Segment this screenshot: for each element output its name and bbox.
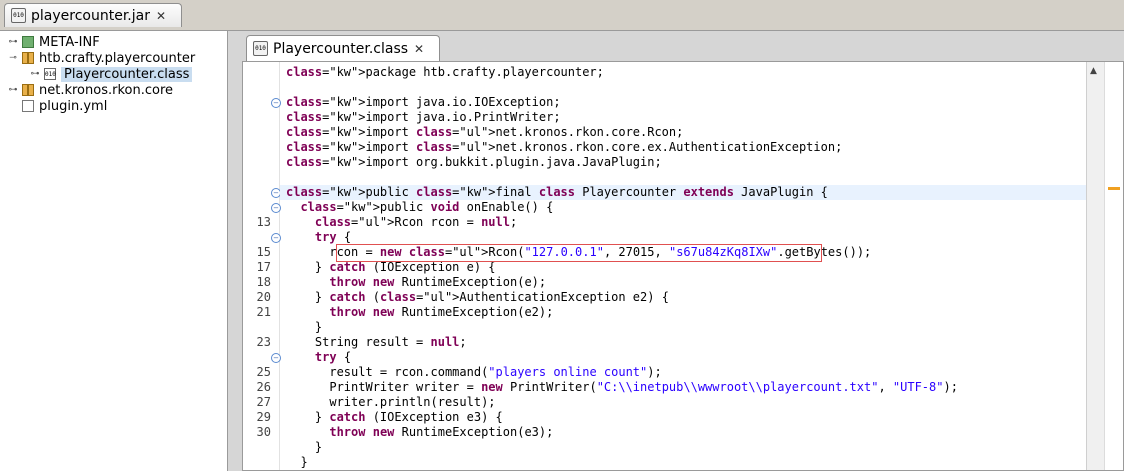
- line-number: 18: [256, 275, 271, 289]
- file-icon: [22, 100, 34, 112]
- code-line[interactable]: } catch (IOException e3) {: [280, 410, 503, 425]
- code-line[interactable]: }: [280, 440, 322, 455]
- tab-playercounter-class[interactable]: 010 Playercounter.class ✕: [246, 35, 440, 61]
- line-number: 29: [256, 410, 271, 424]
- tab-label: Playercounter.class: [273, 40, 409, 57]
- tree-item-net-kronos-rkon-core[interactable]: ⊶ net.kronos.rkon.core: [8, 82, 174, 98]
- tree-item-label: plugin.yml: [39, 98, 108, 114]
- line-number: 20: [256, 290, 271, 304]
- tree-item-htb-crafty-playercounter[interactable]: ⊸ htb.crafty.playercounter: [8, 50, 195, 66]
- code-line[interactable]: try {: [280, 350, 351, 365]
- warning-marker[interactable]: [1108, 187, 1120, 190]
- close-icon[interactable]: ✕: [156, 9, 166, 23]
- close-icon[interactable]: ✕: [414, 42, 424, 56]
- code-line[interactable]: result = rcon.command("players online co…: [280, 365, 661, 380]
- code-line[interactable]: class="kw">import class="ul">net.kronos.…: [280, 125, 683, 140]
- code-line[interactable]: class="kw">public void onEnable() {: [280, 200, 553, 215]
- code-line[interactable]: [280, 80, 293, 95]
- code-area[interactable]: class="kw">package htb.crafty.playercoun…: [280, 62, 1088, 470]
- tree-item-meta-inf[interactable]: ⊶ META-INF: [8, 34, 100, 50]
- code-line[interactable]: PrintWriter writer = new PrintWriter("C:…: [280, 380, 958, 395]
- line-number-gutter: − − −13−15 17 18 20 21 23−25 26 27 29 30: [243, 62, 281, 470]
- code-line[interactable]: class="kw">import java.io.IOException;: [280, 95, 561, 110]
- jar-icon: 010: [11, 8, 26, 23]
- package-tree: ⊶ META-INF ⊸ htb.crafty.playercounter ⊶ …: [0, 31, 228, 471]
- code-line[interactable]: String result = null;: [280, 335, 467, 350]
- tree-item-label: htb.crafty.playercounter: [39, 50, 196, 66]
- line-number: 17: [256, 260, 271, 274]
- code-line[interactable]: class="kw">import java.io.PrintWriter;: [280, 110, 561, 125]
- collapse-toggle-icon[interactable]: ⊸: [8, 53, 18, 63]
- tree-item-label: META-INF: [39, 34, 100, 50]
- tab-playercounter-jar[interactable]: 010 playercounter.jar ✕: [4, 3, 182, 27]
- code-line[interactable]: throw new RuntimeException(e3);: [280, 425, 553, 440]
- package-icon: [22, 52, 34, 64]
- line-number: 13: [256, 215, 271, 229]
- code-line[interactable]: class="kw">import org.bukkit.plugin.java…: [280, 155, 662, 170]
- class-icon: 010: [253, 41, 268, 56]
- code-editor[interactable]: − − −13−15 17 18 20 21 23−25 26 27 29 30 class="kw"…: [242, 61, 1124, 471]
- line-number: 23: [256, 335, 271, 349]
- package-icon: [22, 84, 34, 96]
- overview-ruler: [1104, 62, 1123, 470]
- expand-toggle-icon[interactable]: ⊶: [8, 37, 18, 47]
- expand-toggle-icon[interactable]: ⊶: [8, 85, 18, 95]
- code-line[interactable]: class="kw">public class="kw">final class…: [280, 185, 1086, 200]
- code-line[interactable]: }: [280, 455, 307, 470]
- scroll-up-icon[interactable]: ▲: [1090, 66, 1097, 76]
- editor-tab-bar: 010 Playercounter.class ✕: [236, 31, 1124, 63]
- code-line[interactable]: throw new RuntimeException(e);: [280, 275, 546, 290]
- code-line[interactable]: class="ul">Rcon rcon = null;: [280, 215, 517, 230]
- vertical-scrollbar[interactable]: ▲: [1086, 62, 1105, 470]
- code-line[interactable]: } catch (class="ul">AuthenticationExcept…: [280, 290, 669, 305]
- editor-panel: 010 Playercounter.class ✕ − − −13−15 17 18 20…: [236, 31, 1124, 471]
- line-number: 25: [256, 365, 271, 379]
- highlight-box: [336, 244, 822, 262]
- code-line[interactable]: }: [280, 320, 322, 335]
- line-number: 30: [256, 425, 271, 439]
- line-number: 15: [256, 245, 271, 259]
- code-line[interactable]: } catch (IOException e) {: [280, 260, 496, 275]
- outer-tab-bar: 010 playercounter.jar ✕: [0, 0, 1124, 31]
- code-line[interactable]: throw new RuntimeException(e2);: [280, 305, 553, 320]
- line-number: 27: [256, 395, 271, 409]
- code-line[interactable]: class="kw">import class="ul">net.kronos.…: [280, 140, 842, 155]
- tab-label: playercounter.jar: [31, 7, 150, 24]
- code-line[interactable]: [280, 170, 293, 185]
- code-line[interactable]: writer.println(result);: [280, 395, 495, 410]
- tree-item-label: Playercounter.class: [61, 66, 193, 82]
- tree-item-playercounter-class[interactable]: ⊶ 010 Playercounter.class: [30, 66, 193, 82]
- tree-item-label: net.kronos.rkon.core: [39, 82, 173, 98]
- code-line[interactable]: try {: [280, 230, 351, 245]
- line-number: 26: [256, 380, 271, 394]
- tree-item-plugin-yml[interactable]: plugin.yml: [8, 98, 107, 114]
- line-number: 21: [256, 305, 271, 319]
- class-icon: 010: [44, 68, 56, 80]
- folder-icon: [22, 36, 34, 48]
- code-line[interactable]: class="kw">package htb.crafty.playercoun…: [280, 65, 604, 80]
- expand-toggle-icon[interactable]: ⊶: [30, 69, 40, 79]
